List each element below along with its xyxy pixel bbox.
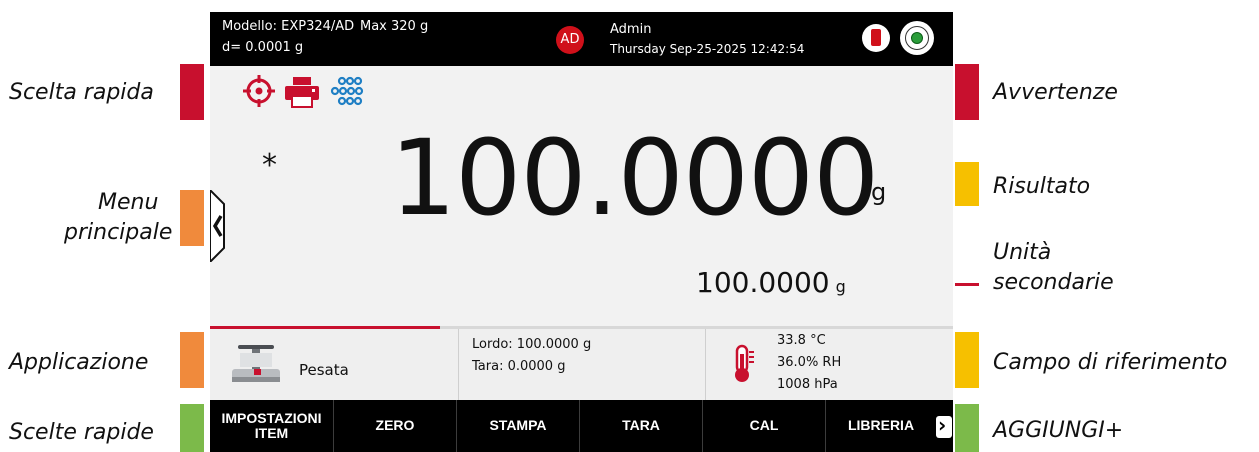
callout-bar-add-more <box>955 404 979 452</box>
callout-result: Risultato <box>993 174 1091 199</box>
main-menu-tab[interactable] <box>210 190 236 262</box>
target-icon[interactable] <box>242 74 276 108</box>
softkey-zero[interactable]: ZERO <box>334 400 457 452</box>
user-avatar[interactable]: AD <box>556 26 584 54</box>
callout-secondary-units-line1: Unità <box>993 240 1052 265</box>
softkey-tare[interactable]: TARA <box>580 400 703 452</box>
callout-bar-warnings <box>955 64 979 120</box>
level-icon[interactable] <box>900 21 934 55</box>
scale-screen: Modello: EXP324/AD Max 320 g d= 0.0001 g… <box>210 12 953 452</box>
callout-main-menu-line1: Menu <box>98 190 159 215</box>
temperature: 33.8 °C <box>777 333 826 348</box>
tare-weight: Tara: 0.0000 g <box>472 359 566 374</box>
panel-divider <box>705 329 706 403</box>
stability-indicator: * <box>262 148 277 183</box>
datetime: Thursday Sep-25-2025 12:42:54 <box>610 42 805 56</box>
model-label: Modello: EXP324/AD <box>222 19 355 34</box>
user-name: Admin <box>610 22 652 37</box>
application-progress <box>210 326 440 329</box>
resolution-label: d= 0.0001 g <box>222 40 304 55</box>
callout-reference-field: Campo di riferimento <box>993 350 1228 375</box>
callout-bar-secondary-units <box>955 283 979 286</box>
callout-bar-main-menu <box>180 190 204 246</box>
callout-bar-shortcuts <box>180 404 204 452</box>
usb-icon[interactable] <box>862 24 890 52</box>
softkey-bar: IMPOSTAZIONI ITEM ZERO STAMPA TARA CAL L… <box>210 400 953 452</box>
application-name[interactable]: Pesata <box>299 361 349 379</box>
callout-add-more: AGGIUNGI+ <box>993 418 1124 443</box>
softkey-cal[interactable]: CAL <box>703 400 826 452</box>
callout-bar-result <box>955 162 979 206</box>
callout-bar-reference-field <box>955 332 979 388</box>
callout-secondary-units-line2: secondarie <box>993 270 1114 295</box>
callout-main-menu-line2: principale <box>64 220 173 245</box>
thermometer-icon <box>735 344 754 382</box>
callout-application: Applicazione <box>9 350 149 375</box>
chevron-right-icon[interactable]: › <box>936 413 952 438</box>
keypad-icon[interactable] <box>330 76 366 108</box>
softkey-library[interactable]: LIBRERIA <box>826 400 936 452</box>
secondary-unit: g <box>835 277 846 296</box>
weight-reading: 100.0000 <box>390 117 879 239</box>
info-panel: Pesata Lordo: 100.0000 g Tara: 0.0000 g … <box>210 326 953 403</box>
weight-unit: g <box>871 178 887 206</box>
status-bar: Modello: EXP324/AD Max 320 g d= 0.0001 g… <box>210 12 953 66</box>
secondary-value: 100.0000 <box>696 266 830 299</box>
softkey-print[interactable]: STAMPA <box>457 400 580 452</box>
gross-weight: Lordo: 100.0000 g <box>472 337 592 352</box>
humidity: 36.0% RH <box>777 355 842 370</box>
secondary-reading: 100.0000 g <box>696 266 846 299</box>
softkey-item-settings[interactable]: IMPOSTAZIONI ITEM <box>210 400 334 452</box>
pressure: 1008 hPa <box>777 377 838 392</box>
panel-divider <box>458 329 459 403</box>
callout-warnings: Avvertenze <box>993 80 1118 105</box>
printer-icon[interactable] <box>284 76 320 108</box>
callout-bar-application <box>180 332 204 388</box>
capacity-label: Max 320 g <box>360 19 429 34</box>
scale-icon[interactable] <box>230 339 282 385</box>
callout-quick-choice: Scelta rapida <box>9 80 154 105</box>
callout-shortcuts: Scelte rapide <box>9 420 154 445</box>
callout-bar-quick-choice <box>180 64 204 120</box>
